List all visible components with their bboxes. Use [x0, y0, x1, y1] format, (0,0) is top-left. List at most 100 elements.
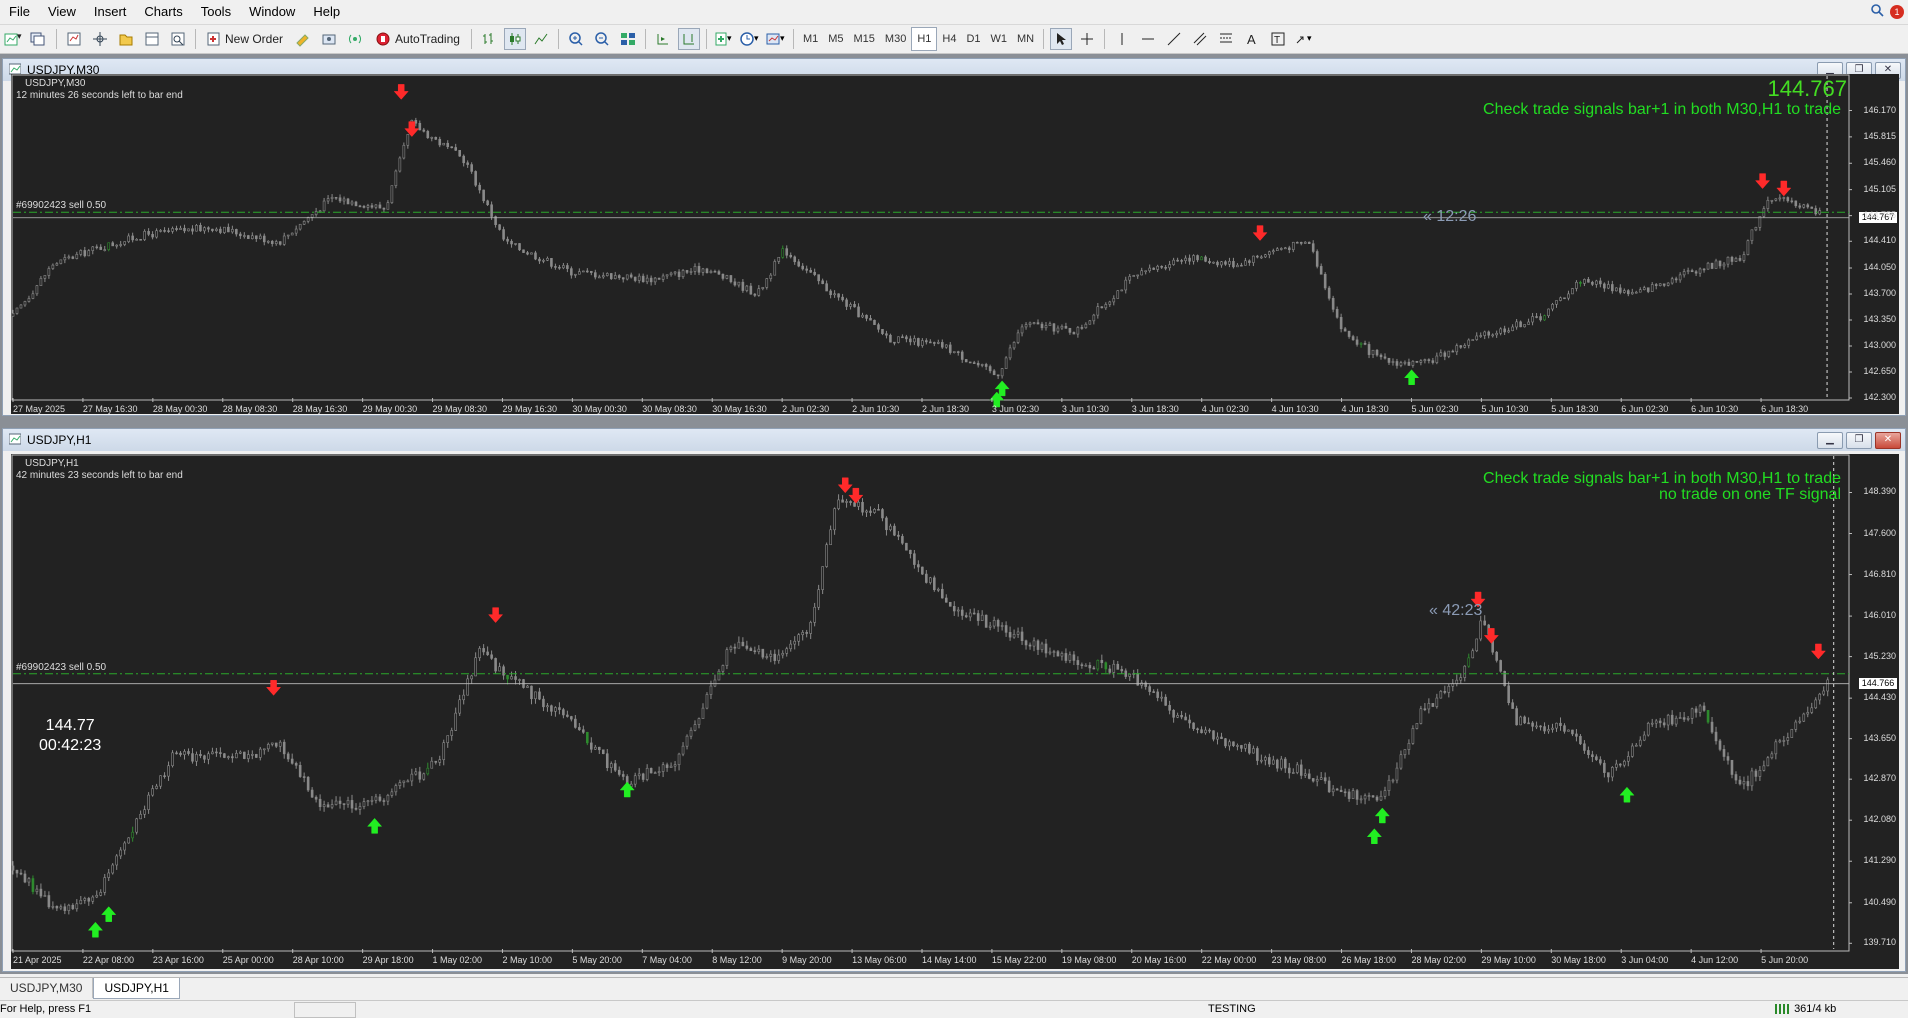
timeframe-m30[interactable]: M30	[880, 28, 911, 50]
profiles-icon[interactable]	[28, 28, 50, 50]
timeframe-w1[interactable]: W1	[986, 28, 1013, 50]
zoom-in-icon[interactable]	[565, 28, 587, 50]
chart-symbol-label: USDJPY,H1	[25, 458, 79, 469]
tab-usdjpy-m30[interactable]: USDJPY,M30	[0, 978, 94, 998]
menu-view[interactable]: View	[39, 0, 85, 24]
candle-body	[175, 228, 178, 230]
timeframe-m1[interactable]: M1	[798, 28, 823, 50]
candle-body	[1634, 291, 1638, 294]
candle-body	[1236, 264, 1239, 268]
candle-body	[901, 536, 904, 544]
cursor-icon[interactable]	[1050, 28, 1073, 50]
crosshair-icon[interactable]	[1076, 28, 1098, 50]
candle-body	[358, 205, 362, 208]
chart-shift-icon[interactable]	[677, 28, 700, 50]
new-chart-icon[interactable]: ▾	[2, 28, 24, 50]
candle-body	[1323, 273, 1327, 289]
candle-body	[613, 763, 617, 771]
candle-body	[482, 189, 485, 202]
candle-body	[1770, 199, 1774, 202]
menu-charts[interactable]: Charts	[135, 0, 191, 24]
candle-body	[1682, 271, 1686, 276]
vertical-line-icon[interactable]	[1111, 28, 1133, 50]
arrows-icon[interactable]: ▾	[1293, 28, 1315, 50]
candle-body	[857, 501, 860, 507]
timeframe-h4[interactable]: H4	[937, 28, 961, 50]
timeframe-m15[interactable]: M15	[849, 28, 880, 50]
data-window-icon[interactable]	[89, 28, 111, 50]
candle-body	[1583, 279, 1586, 284]
search-icon[interactable]	[1870, 3, 1884, 20]
candle-body	[1738, 258, 1742, 261]
chart-window-h1[interactable]: USDJPY,H1 ▁ ❐ ✕ USDJPY,H1 42 minutes 23 …	[2, 428, 1906, 972]
trendline-icon[interactable]	[1163, 28, 1185, 50]
close-button[interactable]: ✕	[1875, 432, 1901, 449]
candle-body	[1567, 729, 1570, 732]
candle-body	[1451, 350, 1455, 353]
horizontal-line-icon[interactable]	[1137, 28, 1159, 50]
candle-body	[1116, 663, 1120, 670]
candle-body	[1423, 708, 1427, 711]
candle-body	[1228, 741, 1231, 747]
candle-body	[833, 293, 836, 296]
timeframe-m5[interactable]: M5	[823, 28, 848, 50]
candle-body	[1052, 323, 1056, 332]
zoom-out-icon[interactable]	[591, 28, 613, 50]
text-label-icon[interactable]: T	[1267, 28, 1289, 50]
community-icon[interactable]	[318, 28, 340, 50]
line-chart-icon[interactable]	[530, 28, 552, 50]
menu-file[interactable]: File	[0, 0, 39, 24]
notification-badge[interactable]: 1	[1890, 4, 1904, 19]
minimize-button[interactable]: ▁	[1817, 432, 1843, 449]
time-axis-label: 2 Jun 18:30	[922, 404, 970, 414]
candle-body	[777, 256, 781, 262]
timeframe-d1[interactable]: D1	[961, 28, 985, 50]
templates-icon[interactable]: ▾	[765, 28, 787, 50]
corner-price: 144.77	[45, 717, 95, 734]
candle-body	[605, 273, 609, 276]
candle-body	[649, 277, 653, 283]
chart-window-m30[interactable]: USDJPY,M30 ▁ ❐ ✕ USDJPY,M30 12 minutes 2…	[2, 58, 1906, 416]
candlestick-chart-icon[interactable]	[503, 28, 526, 50]
tab-usdjpy-h1[interactable]: USDJPY,H1	[93, 978, 180, 999]
candle-body	[446, 735, 450, 743]
candle-body	[151, 234, 154, 238]
fibonacci-icon[interactable]	[1215, 28, 1237, 50]
bar-chart-icon[interactable]	[478, 28, 500, 50]
tile-windows-icon[interactable]	[617, 28, 639, 50]
candle-body	[478, 184, 481, 191]
candle-body	[1654, 284, 1658, 286]
menu-window[interactable]: Window	[240, 0, 304, 24]
chart-window-title: USDJPY,H1	[27, 433, 92, 447]
candle-body	[1092, 667, 1096, 670]
time-axis-label: 3 Jun 02:30	[991, 404, 1039, 414]
periods-icon[interactable]: ▾	[739, 28, 761, 50]
market-watch-icon[interactable]	[63, 28, 85, 50]
chart-plot-area[interactable]: USDJPY,H1 42 minutes 23 seconds left to …	[11, 454, 1899, 969]
signals-icon[interactable]	[344, 28, 366, 50]
chart-window-titlebar[interactable]: USDJPY,H1	[3, 429, 1905, 451]
menu-help[interactable]: Help	[304, 0, 349, 24]
autotrading-button[interactable]: AutoTrading	[370, 28, 465, 50]
autoscroll-icon[interactable]	[652, 28, 674, 50]
navigator-icon[interactable]	[115, 28, 137, 50]
restore-button[interactable]: ❐	[1846, 432, 1872, 449]
chart-plot-area[interactable]: USDJPY,M30 12 minutes 26 seconds left to…	[11, 74, 1899, 414]
candle-body	[605, 753, 609, 769]
candle-body	[91, 896, 95, 902]
menu-insert[interactable]: Insert	[85, 0, 136, 24]
candle-body	[1630, 292, 1634, 295]
candle-body	[1323, 777, 1327, 782]
metaeditor-icon[interactable]	[292, 28, 314, 50]
indicators-icon[interactable]: ▾	[713, 28, 735, 50]
candle-body	[1287, 767, 1291, 774]
candle-body	[633, 775, 637, 785]
text-icon[interactable]: A	[1241, 28, 1263, 50]
equidistant-channel-icon[interactable]	[1189, 28, 1211, 50]
strategy-tester-icon[interactable]	[167, 28, 189, 50]
terminal-icon[interactable]	[141, 28, 163, 50]
timeframe-h1[interactable]: H1	[911, 27, 938, 51]
new-order-button[interactable]: New Order	[202, 28, 288, 50]
menu-tools[interactable]: Tools	[192, 0, 240, 24]
timeframe-mn[interactable]: MN	[1012, 28, 1039, 50]
